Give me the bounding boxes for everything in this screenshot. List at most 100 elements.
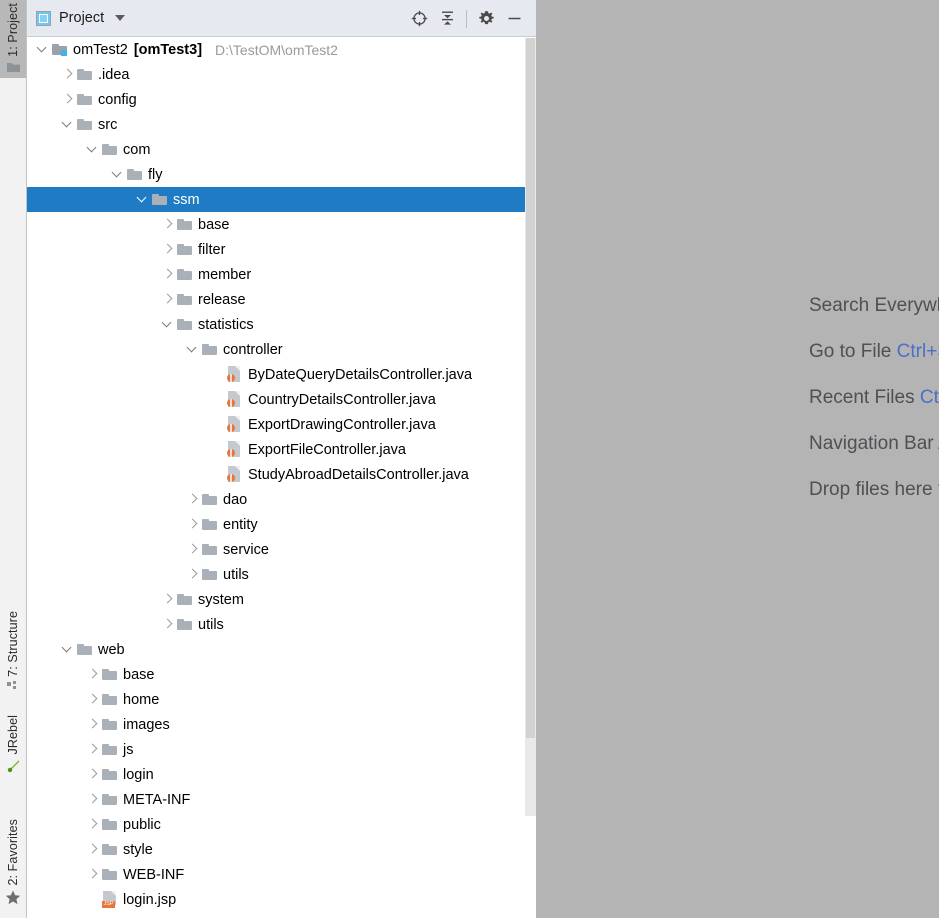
chevron-right-icon[interactable] — [160, 612, 176, 637]
chevron-right-icon[interactable] — [85, 787, 101, 812]
chevron-right-icon[interactable] — [85, 837, 101, 862]
chevron-right-icon[interactable] — [85, 662, 101, 687]
java-file-icon — [226, 387, 244, 412]
tree-row[interactable]: js — [27, 737, 536, 762]
tree-row[interactable]: ExportDrawingController.java — [27, 412, 536, 437]
tree-row[interactable]: CountryDetailsController.java — [27, 387, 536, 412]
chevron-right-icon[interactable] — [85, 687, 101, 712]
chevron-down-icon[interactable] — [85, 137, 101, 162]
project-tree-scrollbar-thumb[interactable] — [526, 38, 535, 738]
tree-row[interactable]: filter — [27, 237, 536, 262]
tree-row[interactable]: web — [27, 637, 536, 662]
intellij-window: 1: Project 7: Structure JRebel 2: Favori… — [0, 0, 939, 918]
panel-toolbar — [405, 0, 528, 37]
tree-row[interactable]: controller — [27, 337, 536, 362]
tree-row[interactable]: .idea — [27, 62, 536, 87]
chevron-right-icon[interactable] — [160, 262, 176, 287]
tree-row[interactable]: StudyAbroadDetailsController.java — [27, 462, 536, 487]
chevron-right-icon[interactable] — [85, 862, 101, 887]
tree-row[interactable]: config — [27, 87, 536, 112]
chevron-right-icon[interactable] — [185, 487, 201, 512]
tree-row[interactable]: fly — [27, 162, 536, 187]
tree-row-label: omTest2 — [73, 41, 128, 58]
chevron-right-icon[interactable] — [185, 537, 201, 562]
tree-row[interactable]: com — [27, 137, 536, 162]
chevron-down-icon[interactable] — [60, 112, 76, 137]
chevron-down-icon[interactable] — [185, 337, 201, 362]
chevron-down-icon[interactable] — [160, 312, 176, 337]
tree-row[interactable]: public — [27, 812, 536, 837]
folder-icon — [101, 737, 119, 762]
chevron-right-icon[interactable] — [85, 762, 101, 787]
tree-row[interactable]: WEB-INF — [27, 862, 536, 887]
editor-hint-list: Search Everywhere Go to File Ctrl+Shift+N… — [809, 295, 939, 525]
sidebar-item-project[interactable]: 1: Project — [0, 0, 26, 78]
tree-row[interactable]: dao — [27, 487, 536, 512]
tree-row[interactable]: ExportFileController.java — [27, 437, 536, 462]
tree-row-label: images — [123, 716, 170, 733]
tree-row[interactable]: ssm — [27, 187, 536, 212]
tree-row[interactable]: omTest2 [omTest3] D:\TestOM\omTest2 — [27, 37, 536, 62]
chevron-right-icon[interactable] — [85, 712, 101, 737]
tree-row[interactable]: service — [27, 537, 536, 562]
settings-button[interactable] — [472, 4, 500, 34]
chevron-right-icon[interactable] — [85, 812, 101, 837]
chevron-right-icon[interactable] — [60, 87, 76, 112]
chevron-down-icon[interactable] — [115, 15, 126, 21]
tree-row[interactable]: images — [27, 712, 536, 737]
tree-row-label: home — [123, 691, 160, 708]
scroll-from-source-button[interactable] — [405, 4, 433, 34]
tree-row[interactable]: login — [27, 762, 536, 787]
tree-row[interactable]: utils — [27, 562, 536, 587]
panel-title: Project — [59, 10, 105, 26]
editor-hint-shortcut: Ctrl+Shift+N — [896, 340, 939, 362]
tree-row-label: filter — [198, 241, 226, 258]
tree-row[interactable]: JSP login.jsp — [27, 887, 536, 912]
chevron-right-icon[interactable] — [160, 287, 176, 312]
chevron-down-icon[interactable] — [110, 162, 126, 187]
chevron-right-icon[interactable] — [160, 237, 176, 262]
chevron-right-icon[interactable] — [185, 512, 201, 537]
tree-row[interactable]: home — [27, 687, 536, 712]
project-tree-viewport[interactable]: omTest2 [omTest3] D:\TestOM\omTest2 .idea co… — [27, 37, 536, 918]
tree-row[interactable]: base — [27, 662, 536, 687]
folder-icon — [76, 112, 94, 137]
folder-icon — [176, 612, 194, 637]
tree-row-label: WEB-INF — [123, 866, 185, 883]
chevron-right-icon[interactable] — [60, 62, 76, 87]
folder-icon — [76, 87, 94, 112]
tree-row-label: entity — [223, 516, 258, 533]
tree-row[interactable]: statistics — [27, 312, 536, 337]
project-view-selector[interactable]: Project — [27, 10, 126, 26]
tree-row-label: config — [98, 91, 137, 108]
tree-row-label: fly — [148, 166, 163, 183]
tree-row[interactable]: META-INF — [27, 787, 536, 812]
chevron-down-icon[interactable] — [60, 637, 76, 662]
tree-row[interactable]: base — [27, 212, 536, 237]
collapse-all-button[interactable] — [433, 4, 461, 34]
tree-row[interactable]: entity — [27, 512, 536, 537]
tree-row[interactable]: src — [27, 112, 536, 137]
tree-row[interactable]: utils — [27, 612, 536, 637]
sidebar-item-jrebel[interactable]: JRebel — [0, 712, 26, 778]
sidebar-item-favorites[interactable]: 2: Favorites — [0, 816, 26, 910]
chevron-right-icon[interactable] — [185, 562, 201, 587]
chevron-right-icon[interactable] — [160, 212, 176, 237]
project-tree-scrollbar-track[interactable] — [525, 38, 536, 816]
chevron-right-icon[interactable] — [160, 587, 176, 612]
tree-row[interactable]: system — [27, 587, 536, 612]
sidebar-item-structure[interactable]: 7: Structure — [0, 608, 26, 698]
chevron-down-icon[interactable] — [135, 187, 151, 212]
minimize-icon[interactable] — [500, 4, 528, 34]
editor-hint: Go to File Ctrl+Shift+N — [809, 340, 939, 363]
tree-row[interactable]: style — [27, 837, 536, 862]
tree-row[interactable]: ByDateQueryDetailsController.java — [27, 362, 536, 387]
chevron-down-icon[interactable] — [35, 37, 51, 62]
tree-row[interactable]: release — [27, 287, 536, 312]
chevron-right-icon[interactable] — [85, 737, 101, 762]
tree-row[interactable]: member — [27, 262, 536, 287]
